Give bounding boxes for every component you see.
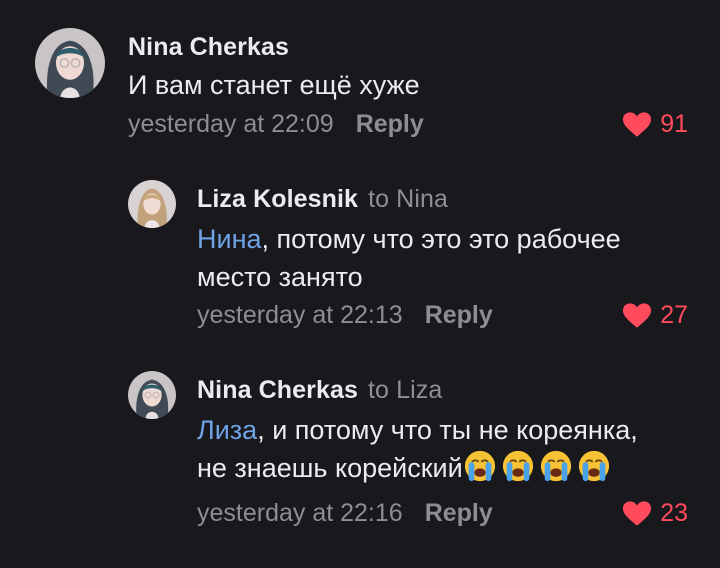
crying-face-icon <box>501 449 535 483</box>
timestamp: yesterday at 22:16 <box>197 499 403 527</box>
comment-text: И вам станет ещё хуже <box>128 66 420 104</box>
comment-meta: yesterday at 22:13 Reply <box>197 301 493 330</box>
author-name-text[interactable]: Nina Cherkas <box>128 33 289 61</box>
mention-link[interactable]: Нина <box>197 224 262 254</box>
comment-text-segment: , и потому что ты не кореянка, <box>257 415 638 445</box>
like-count: 23 <box>660 499 688 527</box>
like-button[interactable]: 23 <box>622 499 688 528</box>
like-count: 27 <box>660 301 688 329</box>
like-button[interactable]: 27 <box>622 301 688 330</box>
comment-text-line: не знаешь корейский <box>197 449 638 487</box>
comment-text-line: Лиза, и потому что ты не кореянка, <box>197 411 638 449</box>
like-button[interactable]: 91 <box>622 110 688 139</box>
reply-button[interactable]: Reply <box>356 110 424 138</box>
timestamp: yesterday at 22:13 <box>197 301 403 329</box>
timestamp: yesterday at 22:09 <box>128 110 334 138</box>
crying-face-icon <box>539 449 573 483</box>
crying-face-icon <box>463 449 497 483</box>
avatar[interactable] <box>128 371 176 419</box>
comment-text-line: место занято <box>197 262 363 292</box>
reply-button[interactable]: Reply <box>425 499 493 527</box>
comment-text-line: И вам станет ещё хуже <box>128 70 420 100</box>
author-name[interactable]: Nina Cherkas <box>128 33 289 62</box>
like-count: 91 <box>660 110 688 138</box>
comment-text: Нина, потому что это это рабочее место з… <box>197 220 621 296</box>
author-name[interactable]: Liza Kolesnik to Nina <box>197 185 448 214</box>
comment-text-line: Нина, потому что это это рабочее <box>197 220 621 258</box>
author-name-text[interactable]: Nina Cherkas <box>197 376 358 404</box>
reply-to-label[interactable]: to Liza <box>368 376 442 404</box>
reply-to-label[interactable]: to Nina <box>368 185 448 213</box>
heart-icon <box>622 500 652 527</box>
mention-link[interactable]: Лиза <box>197 415 257 445</box>
heart-icon <box>622 302 652 329</box>
emoji-group <box>463 453 611 483</box>
comment-text-segment: , потому что это это рабочее <box>261 224 621 254</box>
comment-meta: yesterday at 22:09 Reply <box>128 110 424 139</box>
author-name-text[interactable]: Liza Kolesnik <box>197 185 358 213</box>
crying-face-icon <box>577 449 611 483</box>
comment-text-segment: не знаешь корейский <box>197 453 463 483</box>
reply-button[interactable]: Reply <box>425 301 493 329</box>
comment-text: Лиза, и потому что ты не кореянка, не зн… <box>197 411 638 487</box>
comment-meta: yesterday at 22:16 Reply <box>197 499 493 528</box>
author-name[interactable]: Nina Cherkas to Liza <box>197 376 442 405</box>
avatar[interactable] <box>128 180 176 228</box>
avatar[interactable] <box>35 28 105 98</box>
heart-icon <box>622 111 652 138</box>
